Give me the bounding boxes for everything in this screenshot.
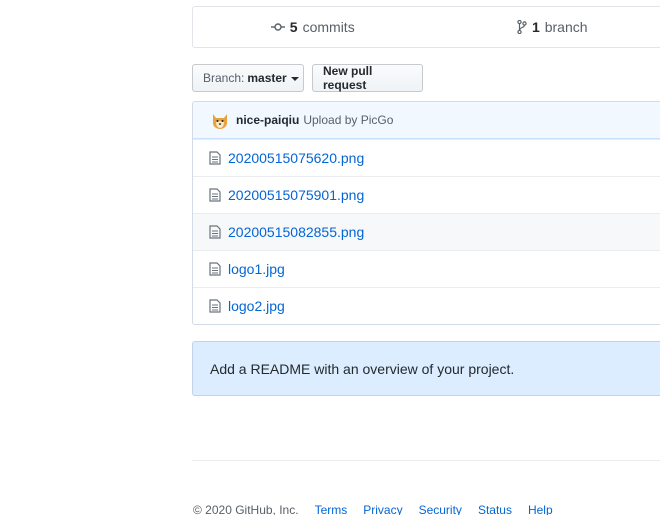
file-link[interactable]: 20200515075901.png — [228, 187, 364, 203]
branch-select-label: Branch: — [203, 71, 245, 85]
commit-author-link[interactable]: nice-paiqiu — [236, 113, 299, 127]
file-icon — [209, 188, 221, 202]
file-link[interactable]: logo2.jpg — [228, 298, 285, 314]
commits-link[interactable]: 5 commits — [193, 19, 433, 35]
file-navigation-table: nice-paiqiu Upload by PicGo 202005150756… — [192, 101, 660, 325]
branch-select-button[interactable]: Branch: master — [192, 64, 304, 92]
shiba-avatar[interactable] — [210, 110, 230, 130]
file-row: logo1.jpg — [193, 250, 660, 287]
branches-link[interactable]: 1 branch — [433, 19, 660, 35]
caret-down-icon — [290, 77, 299, 81]
branch-select-value: master — [247, 71, 287, 85]
git-branch-icon — [517, 20, 527, 34]
latest-commit-bar: nice-paiqiu Upload by PicGo — [193, 102, 660, 139]
file-link[interactable]: logo1.jpg — [228, 261, 285, 277]
file-row: logo2.jpg — [193, 287, 660, 324]
branches-label: branch — [544, 19, 588, 35]
file-row: 20200515082855.png — [193, 213, 660, 250]
footer-link-terms[interactable]: Terms — [315, 503, 348, 515]
commits-count: 5 — [289, 19, 298, 35]
file-icon — [209, 299, 221, 313]
file-icon — [209, 225, 221, 239]
git-commit-icon — [270, 22, 285, 32]
file-icon — [209, 262, 221, 276]
file-link[interactable]: 20200515075620.png — [228, 150, 364, 166]
file-icon — [209, 151, 221, 165]
site-footer: © 2020 GitHub, Inc. Terms Privacy Securi… — [193, 503, 569, 515]
numbers-summary: 5 commits 1 branch — [192, 6, 660, 48]
footer-copyright: © 2020 GitHub, Inc. — [193, 503, 299, 515]
new-pull-request-button[interactable]: New pull request — [312, 64, 423, 92]
footer-link-help[interactable]: Help — [528, 503, 553, 515]
readme-prompt-text: Add a README with an overview of your pr… — [210, 360, 515, 377]
branches-count: 1 — [531, 19, 540, 35]
commits-label: commits — [302, 19, 355, 35]
footer-divider — [192, 460, 660, 461]
file-row: 20200515075620.png — [193, 139, 660, 176]
footer-link-status[interactable]: Status — [478, 503, 512, 515]
footer-link-security[interactable]: Security — [419, 503, 462, 515]
file-link[interactable]: 20200515082855.png — [228, 224, 364, 240]
repository-page: 5 commits 1 branch Branch: master New pu… — [0, 0, 660, 515]
commit-message-link[interactable]: Upload by PicGo — [303, 113, 393, 127]
file-row: 20200515075901.png — [193, 176, 660, 213]
readme-prompt: Add a README with an overview of your pr… — [192, 341, 660, 396]
footer-link-privacy[interactable]: Privacy — [363, 503, 402, 515]
